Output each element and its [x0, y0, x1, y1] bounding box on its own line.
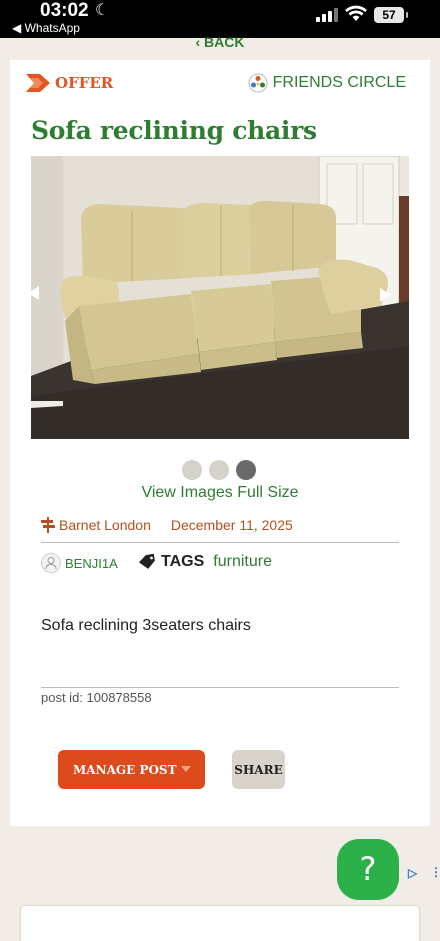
next-card — [21, 906, 419, 941]
tags: TAGS furniture — [137, 553, 272, 571]
view-full-size-link[interactable]: View Images Full Size — [10, 484, 430, 502]
post-date: December 11, 2025 — [170, 517, 293, 533]
post-description: Sofa reclining 3seaters chairs — [41, 617, 251, 634]
image-pagination — [182, 460, 256, 480]
user-icon — [41, 553, 61, 573]
adchoices-icon[interactable]: ▷ — [408, 866, 417, 880]
signpost-icon — [41, 517, 55, 533]
offer-badge: OFFER — [26, 73, 113, 93]
post-photo[interactable] — [31, 156, 409, 439]
post-meta: Barnet London December 11, 2025 — [41, 517, 293, 533]
image-dot[interactable] — [182, 460, 202, 480]
post-id: post id: 100878558 — [41, 690, 152, 705]
image-dot-active[interactable] — [236, 460, 256, 480]
tag-icon — [138, 553, 155, 569]
friends-circle-icon — [248, 73, 268, 93]
post-title: Sofa reclining chairs — [31, 116, 317, 145]
post-location[interactable]: Barnet London — [59, 517, 151, 533]
arrow-left-icon[interactable] — [28, 286, 39, 300]
moon-icon: ☾ — [95, 2, 110, 19]
back-link[interactable]: ‹ BACK — [0, 34, 440, 50]
arrow-right-icon[interactable] — [380, 288, 391, 302]
help-button[interactable]: ? — [337, 839, 399, 900]
tag-link[interactable]: furniture — [213, 553, 272, 571]
manage-post-button[interactable]: MANAGE POST — [58, 750, 205, 789]
ad-more-icon[interactable]: ⋮ — [430, 865, 440, 879]
back-to-app-link[interactable]: ◀ WhatsApp — [12, 21, 80, 35]
sofa-photo — [31, 156, 409, 439]
divider — [41, 687, 399, 688]
author-name[interactable]: BENJI1A — [65, 556, 118, 571]
wifi-icon — [345, 5, 367, 21]
offer-label: OFFER — [55, 74, 114, 92]
caret-down-icon — [181, 766, 191, 772]
friends-circle-link[interactable]: FRIENDS CIRCLE — [248, 73, 406, 93]
battery-icon: 57 — [374, 7, 408, 23]
signal-icon — [316, 8, 340, 22]
post-card: OFFER FRIENDS CIRCLE Sofa reclining chai… — [10, 60, 430, 826]
offer-arrow-icon — [26, 74, 50, 92]
manage-post-label: MANAGE POST — [73, 762, 177, 777]
status-bar: 03:02 ☾ ◀ WhatsApp 57 — [0, 0, 440, 38]
image-dot[interactable] — [209, 460, 229, 480]
friends-circle-label: FRIENDS CIRCLE — [272, 74, 406, 91]
share-button[interactable]: SHARE — [232, 750, 285, 789]
clock: 03:02 — [40, 0, 89, 21]
divider — [41, 542, 399, 543]
tags-label: TAGS — [161, 553, 205, 570]
author[interactable]: BENJI1A — [41, 553, 118, 573]
